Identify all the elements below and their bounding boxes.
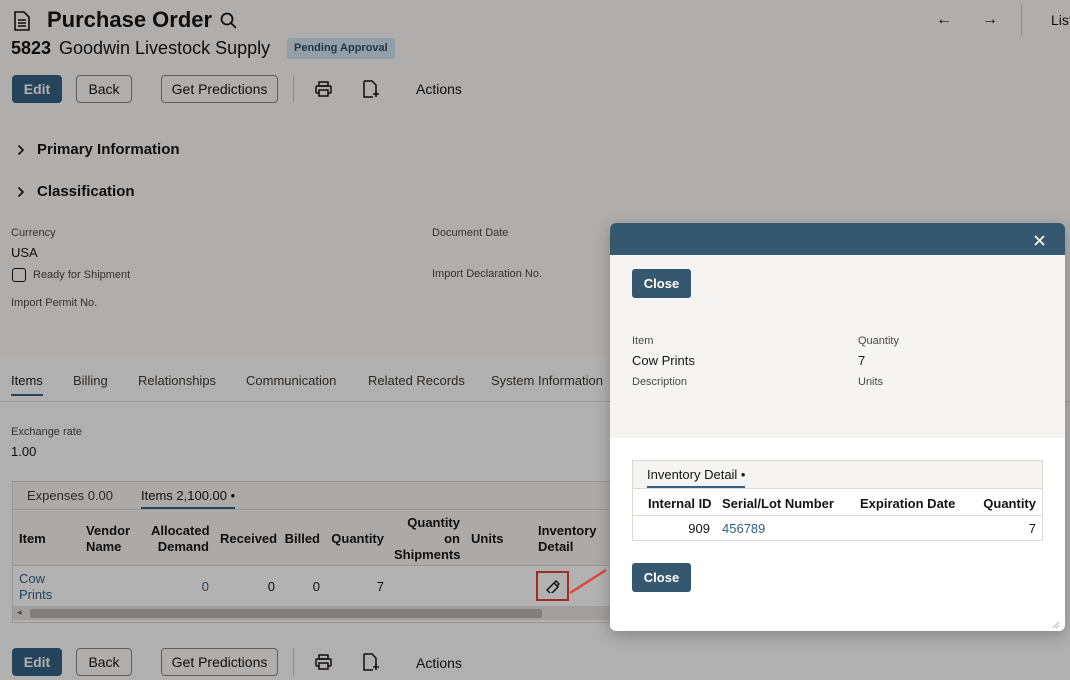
item-label: Item [632, 335, 654, 347]
inventory-header-rule [633, 515, 1042, 516]
close-button-bottom[interactable]: Close [632, 563, 691, 592]
close-button[interactable]: Close [632, 269, 691, 298]
inventory-detail-dialog: Close Item Cow Prints Description Quanti… [610, 223, 1065, 631]
inventory-detail-tab[interactable]: Inventory Detail • [647, 467, 746, 488]
resize-handle-icon[interactable] [1050, 616, 1060, 629]
dialog-header [610, 223, 1065, 255]
col-quantity: Quantity [983, 496, 1036, 511]
description-label: Description [632, 376, 688, 388]
col-serial-lot-number: Serial/Lot Number [722, 496, 834, 511]
units-label: Units [858, 376, 884, 388]
col-internal-id: Internal ID [648, 496, 712, 511]
col-expiration-date: Expiration Date [860, 496, 956, 511]
cell-internal-id: 909 [688, 521, 710, 536]
cell-quantity: 7 [1028, 521, 1036, 536]
quantity-value: 7 [858, 353, 866, 368]
annotation-arrow [569, 568, 607, 595]
quantity-label: Quantity [858, 335, 899, 347]
close-icon[interactable] [1030, 231, 1048, 249]
item-value: Cow Prints [632, 353, 695, 368]
serial-lot-link[interactable]: 456789 [722, 521, 765, 536]
